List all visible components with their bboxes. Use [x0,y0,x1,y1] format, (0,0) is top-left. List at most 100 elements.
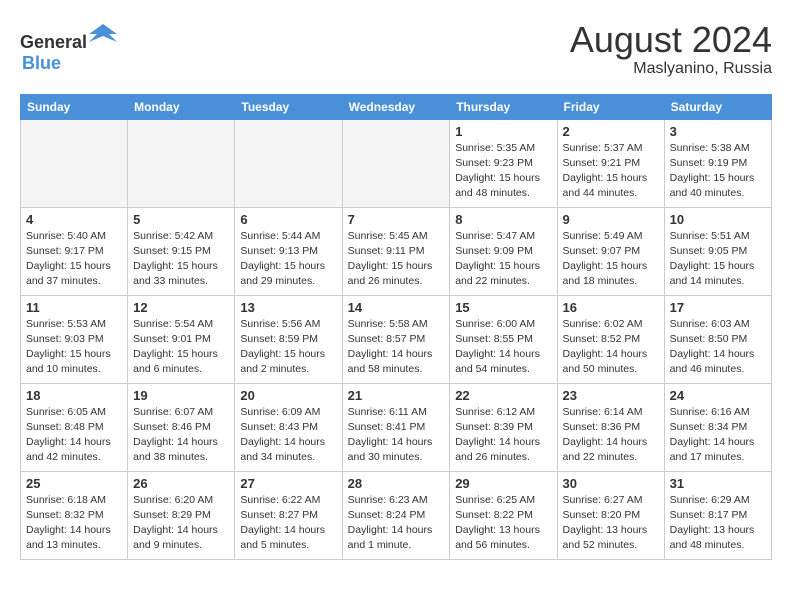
calendar-week-row-4: 18 Sunrise: 6:05 AM Sunset: 8:48 PM Dayli… [21,383,772,471]
calendar-cell: 8 Sunrise: 5:47 AM Sunset: 9:09 PM Daylig… [450,207,557,295]
calendar-cell: 14Sunrise: 5:58 AM Sunset: 8:57 PM Dayli… [342,295,450,383]
day-info: Sunrise: 6:02 AM Sunset: 8:52 PM Dayligh… [563,317,659,378]
day-number: 17 [670,300,766,315]
day-number: 23 [563,388,659,403]
day-info: Sunrise: 6:18 AM Sunset: 8:32 PM Dayligh… [26,493,122,554]
day-info: Sunrise: 5:44 AM Sunset: 9:13 PM Dayligh… [240,229,336,290]
day-info: Sunrise: 5:42 AM Sunset: 9:15 PM Dayligh… [133,229,229,290]
day-info: Sunrise: 6:20 AM Sunset: 8:29 PM Dayligh… [133,493,229,554]
day-number: 14 [348,300,445,315]
logo: General Blue [20,20,117,74]
calendar-cell: 4Sunrise: 5:40 AM Sunset: 9:17 PM Daylig… [21,207,128,295]
logo-general-text: General Blue [20,20,117,74]
day-info: Sunrise: 5:51 AM Sunset: 9:05 PM Dayligh… [670,229,766,290]
month-year-title: August 2024 [570,20,772,60]
day-info: Sunrise: 6:03 AM Sunset: 8:50 PM Dayligh… [670,317,766,378]
calendar-cell: 25 Sunrise: 6:18 AM Sunset: 8:32 PM Dayli… [21,471,128,559]
calendar-cell: 27 Sunrise: 6:22 AM Sunset: 8:27 PM Dayli… [235,471,342,559]
calendar-cell: 30 Sunrise: 6:27 AM Sunset: 8:20 PM Dayli… [557,471,664,559]
day-number: 31 [670,476,766,491]
day-number: 11 [26,300,122,315]
day-number: 1 [455,124,551,139]
day-number: 28 [348,476,445,491]
day-number: 20 [240,388,336,403]
day-info: Sunrise: 6:00 AM Sunset: 8:55 PM Dayligh… [455,317,551,378]
calendar-cell: 6 Sunrise: 5:44 AM Sunset: 9:13 PM Daylig… [235,207,342,295]
day-info: Sunrise: 5:45 AM Sunset: 9:11 PM Dayligh… [348,229,445,290]
logo-text-general: General [20,32,87,52]
day-info: Sunrise: 6:05 AM Sunset: 8:48 PM Dayligh… [26,405,122,466]
calendar-cell: 12Sunrise: 5:54 AM Sunset: 9:01 PM Dayli… [128,295,235,383]
title-block: August 2024 Maslyanino, Russia [570,20,772,78]
day-info: Sunrise: 5:56 AM Sunset: 8:59 PM Dayligh… [240,317,336,378]
day-number: 8 [455,212,551,227]
day-info: Sunrise: 6:23 AM Sunset: 8:24 PM Dayligh… [348,493,445,554]
calendar-cell: 1 Sunrise: 5:35 AM Sunset: 9:23 PM Daylig… [450,119,557,207]
day-number: 21 [348,388,445,403]
calendar-cell: 31 Sunrise: 6:29 AM Sunset: 8:17 PM Dayli… [664,471,771,559]
day-info: Sunrise: 5:53 AM Sunset: 9:03 PM Dayligh… [26,317,122,378]
day-number: 16 [563,300,659,315]
calendar-cell: 26 Sunrise: 6:20 AM Sunset: 8:29 PM Dayli… [128,471,235,559]
calendar-week-row-3: 11 Sunrise: 5:53 AM Sunset: 9:03 PM Dayli… [21,295,772,383]
day-number: 25 [26,476,122,491]
calendar-week-row-2: 4Sunrise: 5:40 AM Sunset: 9:17 PM Daylig… [21,207,772,295]
calendar-week-row-5: 25 Sunrise: 6:18 AM Sunset: 8:32 PM Dayli… [21,471,772,559]
calendar-cell: 22 Sunrise: 6:12 AM Sunset: 8:39 PM Dayli… [450,383,557,471]
day-info: Sunrise: 5:54 AM Sunset: 9:01 PM Dayligh… [133,317,229,378]
day-number: 27 [240,476,336,491]
weekday-header-friday: Friday [557,94,664,119]
day-number: 24 [670,388,766,403]
day-number: 26 [133,476,229,491]
weekday-header-row: SundayMondayTuesdayWednesdayThursdayFrid… [21,94,772,119]
day-info: Sunrise: 6:22 AM Sunset: 8:27 PM Dayligh… [240,493,336,554]
day-number: 18 [26,388,122,403]
page-header: General Blue August 2024 Maslyanino, Rus… [20,20,772,78]
day-number: 2 [563,124,659,139]
day-number: 9 [563,212,659,227]
calendar-cell [21,119,128,207]
calendar-cell: 15Sunrise: 6:00 AM Sunset: 8:55 PM Dayli… [450,295,557,383]
calendar-cell: 20 Sunrise: 6:09 AM Sunset: 8:43 PM Dayli… [235,383,342,471]
day-number: 19 [133,388,229,403]
day-info: Sunrise: 5:37 AM Sunset: 9:21 PM Dayligh… [563,141,659,202]
day-info: Sunrise: 6:29 AM Sunset: 8:17 PM Dayligh… [670,493,766,554]
calendar-cell [235,119,342,207]
logo-bird-icon [89,20,117,48]
calendar-cell: 3 Sunrise: 5:38 AM Sunset: 9:19 PM Daylig… [664,119,771,207]
calendar-week-row-1: 1 Sunrise: 5:35 AM Sunset: 9:23 PM Daylig… [21,119,772,207]
weekday-header-thursday: Thursday [450,94,557,119]
weekday-header-tuesday: Tuesday [235,94,342,119]
calendar-cell: 24 Sunrise: 6:16 AM Sunset: 8:34 PM Dayli… [664,383,771,471]
day-number: 3 [670,124,766,139]
calendar-cell: 5Sunrise: 5:42 AM Sunset: 9:15 PM Daylig… [128,207,235,295]
calendar-cell: 17 Sunrise: 6:03 AM Sunset: 8:50 PM Dayli… [664,295,771,383]
day-number: 4 [26,212,122,227]
day-number: 29 [455,476,551,491]
day-info: Sunrise: 5:47 AM Sunset: 9:09 PM Dayligh… [455,229,551,290]
day-info: Sunrise: 5:49 AM Sunset: 9:07 PM Dayligh… [563,229,659,290]
day-info: Sunrise: 6:16 AM Sunset: 8:34 PM Dayligh… [670,405,766,466]
calendar-cell [128,119,235,207]
day-info: Sunrise: 5:38 AM Sunset: 9:19 PM Dayligh… [670,141,766,202]
calendar-cell: 16 Sunrise: 6:02 AM Sunset: 8:52 PM Dayli… [557,295,664,383]
day-info: Sunrise: 6:07 AM Sunset: 8:46 PM Dayligh… [133,405,229,466]
day-info: Sunrise: 5:35 AM Sunset: 9:23 PM Dayligh… [455,141,551,202]
calendar-cell: 11 Sunrise: 5:53 AM Sunset: 9:03 PM Dayli… [21,295,128,383]
calendar-cell: 2 Sunrise: 5:37 AM Sunset: 9:21 PM Daylig… [557,119,664,207]
day-info: Sunrise: 6:27 AM Sunset: 8:20 PM Dayligh… [563,493,659,554]
day-number: 22 [455,388,551,403]
day-number: 6 [240,212,336,227]
calendar-cell [342,119,450,207]
day-info: Sunrise: 6:09 AM Sunset: 8:43 PM Dayligh… [240,405,336,466]
calendar-cell: 29Sunrise: 6:25 AM Sunset: 8:22 PM Dayli… [450,471,557,559]
day-number: 10 [670,212,766,227]
calendar-cell: 18 Sunrise: 6:05 AM Sunset: 8:48 PM Dayli… [21,383,128,471]
calendar-table: SundayMondayTuesdayWednesdayThursdayFrid… [20,94,772,560]
calendar-cell: 9 Sunrise: 5:49 AM Sunset: 9:07 PM Daylig… [557,207,664,295]
day-info: Sunrise: 6:11 AM Sunset: 8:41 PM Dayligh… [348,405,445,466]
calendar-cell: 23Sunrise: 6:14 AM Sunset: 8:36 PM Dayli… [557,383,664,471]
weekday-header-wednesday: Wednesday [342,94,450,119]
day-info: Sunrise: 6:12 AM Sunset: 8:39 PM Dayligh… [455,405,551,466]
day-number: 30 [563,476,659,491]
